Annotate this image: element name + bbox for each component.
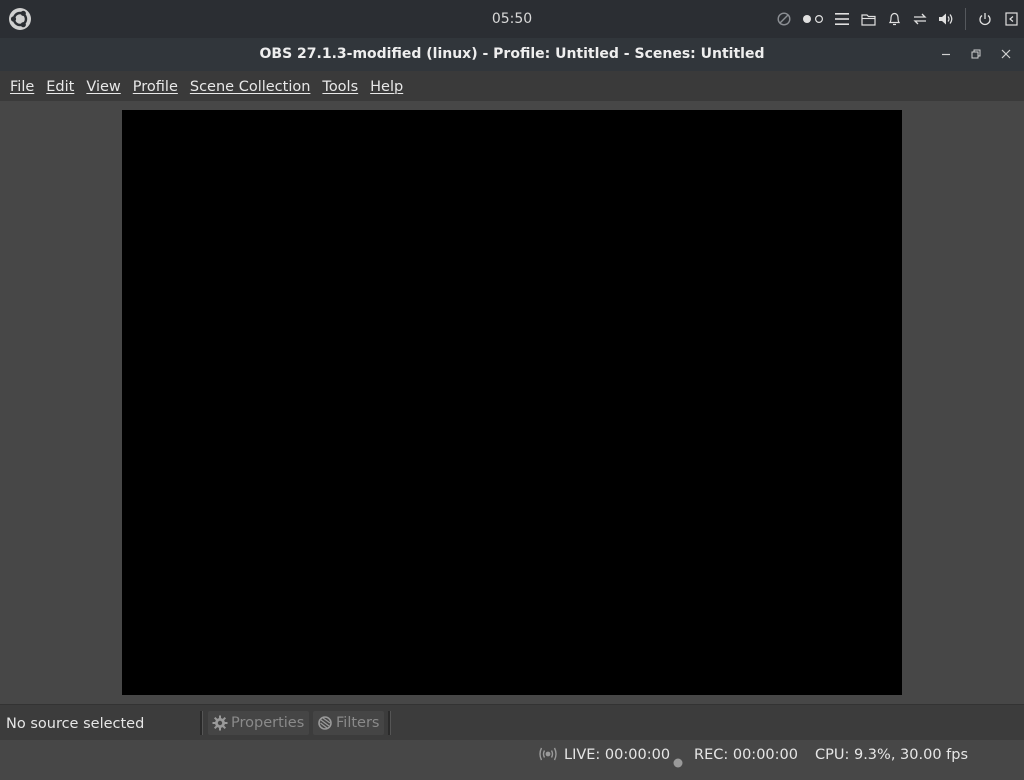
window-title: OBS 27.1.3-modified (linux) - Profile: U… (259, 46, 765, 62)
broadcast-icon (538, 746, 558, 762)
power-icon[interactable] (972, 0, 998, 38)
source-toolbar: No source selected Properties Filters (0, 704, 1024, 741)
menu-icon[interactable] (829, 0, 855, 38)
filters-icon (316, 714, 334, 732)
toolbar-separator (200, 711, 203, 735)
menu-help[interactable]: Help (364, 71, 409, 101)
menu-file[interactable]: File (4, 71, 40, 101)
no-source-label: No source selected (6, 716, 145, 732)
menu-profile[interactable]: Profile (127, 71, 184, 101)
rec-indicator-icon (673, 749, 683, 768)
rec-timer: REC: 00:00:00 (694, 747, 798, 763)
system-tray (771, 0, 1024, 38)
filters-label: Filters (336, 715, 380, 731)
filters-button[interactable]: Filters (313, 711, 385, 735)
hide-panel-icon[interactable] (998, 0, 1024, 38)
cpu-fps: CPU: 9.3%, 30.00 fps (815, 747, 969, 763)
maximize-icon[interactable] (968, 46, 984, 62)
minimize-icon[interactable] (938, 46, 954, 62)
live-timer: LIVE: 00:00:00 (564, 747, 671, 763)
gear-icon (211, 714, 229, 732)
network-icon[interactable] (907, 0, 933, 38)
volume-icon[interactable] (933, 0, 959, 38)
properties-button[interactable]: Properties (208, 711, 310, 735)
preview-area (0, 101, 1024, 704)
preview-canvas[interactable] (122, 110, 902, 695)
menu-edit[interactable]: Edit (40, 71, 80, 101)
folder-icon[interactable] (855, 0, 881, 38)
toolbar-separator (388, 711, 391, 735)
system-top-panel: 05:50 (0, 0, 1024, 38)
tray-separator (965, 8, 966, 30)
close-icon[interactable] (998, 46, 1014, 62)
properties-label: Properties (231, 715, 305, 731)
do-not-disturb-icon[interactable] (771, 0, 797, 38)
bell-icon[interactable] (881, 0, 907, 38)
menu-bar: File Edit View Profile Scene Collection … (0, 71, 1024, 101)
workspace-switcher-icon[interactable] (797, 0, 829, 38)
window-title-bar[interactable]: OBS 27.1.3-modified (linux) - Profile: U… (0, 38, 1024, 71)
menu-view[interactable]: View (80, 71, 126, 101)
status-bar: LIVE: 00:00:00 REC: 00:00:00 CPU: 9.3%, … (0, 740, 1024, 768)
menu-tools[interactable]: Tools (316, 71, 364, 101)
menu-scene-collection[interactable]: Scene Collection (184, 71, 317, 101)
